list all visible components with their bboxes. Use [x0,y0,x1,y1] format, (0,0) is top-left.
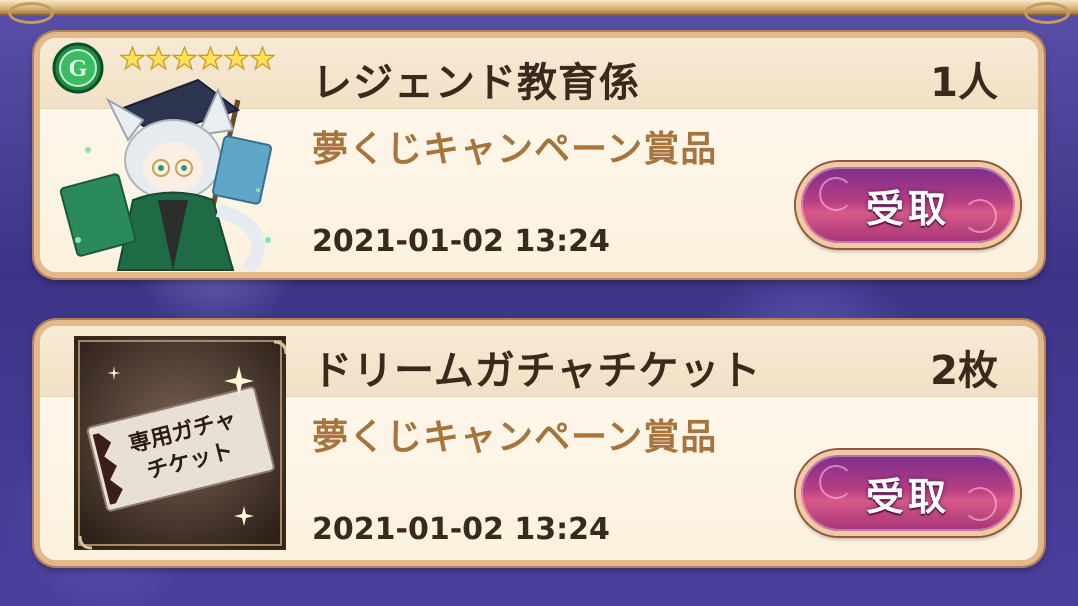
item-title: ドリームガチャチケット [312,348,762,394]
receive-button-label: 受取 [865,474,950,519]
swirl-ornament [819,465,853,499]
grade-badge-icon: G [52,42,104,94]
receive-button-label: 受取 [865,186,950,231]
star-icon [250,46,275,71]
item-title: レジェンド教育係 [312,60,640,106]
swirl-ornament [819,177,853,211]
ticket-thumbnail: 専用ガチャ チケット [72,334,288,552]
receive-button[interactable]: 受取 [796,162,1020,248]
receive-button[interactable]: 受取 [796,450,1020,536]
reward-card: 専用ガチャ チケット ドリームガチャチケット 2枚 夢くじキャンペーン賞品 20… [34,320,1044,566]
rarity-stars [120,46,275,71]
item-source: 夢くじキャンペーン賞品 [312,129,718,170]
star-icon [146,46,171,71]
item-quantity: 1人 [930,60,998,106]
swirl-ornament [963,199,997,233]
star-icon [172,46,197,71]
gacha-ticket-icon: 専用ガチャ チケット [72,334,288,552]
star-icon [120,46,145,71]
item-date: 2021-01-02 13:24 [312,512,610,547]
star-icon [224,46,249,71]
badge-letter: G [69,56,88,82]
item-date: 2021-01-02 13:24 [312,224,610,259]
swirl-ornament [963,487,997,521]
star-icon [198,46,223,71]
item-source: 夢くじキャンペーン賞品 [312,417,718,458]
item-quantity: 2枚 [930,348,998,394]
reward-card: G レジェンド教育係 1人 夢くじキャンペーン賞品 2021-01-02 13:… [34,32,1044,278]
top-frame-ornament [0,0,1078,24]
